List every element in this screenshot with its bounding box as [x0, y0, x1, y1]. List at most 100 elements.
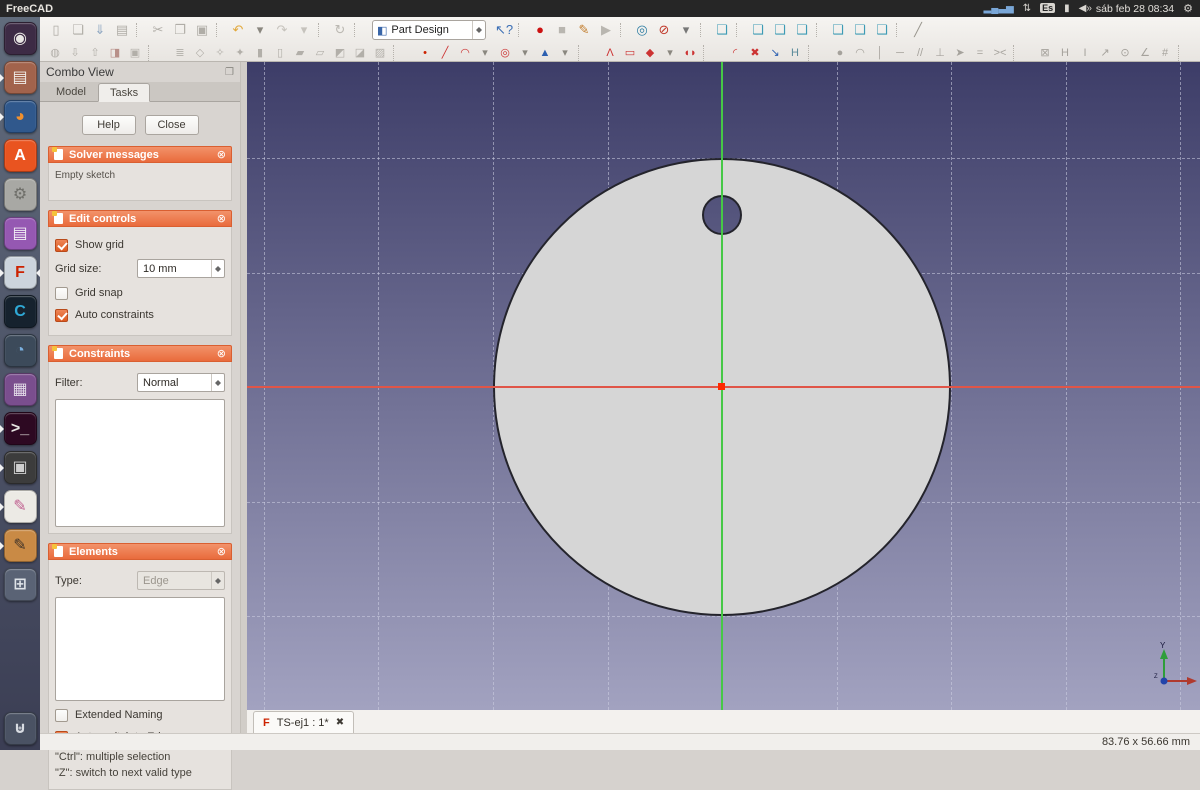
grid-snap-row[interactable]: Grid snap: [55, 285, 225, 301]
media-app-button[interactable]: ▦: [0, 370, 40, 409]
show-grid-checkbox[interactable]: [55, 239, 68, 252]
undo-icon[interactable]: ↶: [227, 20, 249, 40]
constraint-vdistance-icon[interactable]: I: [1075, 45, 1095, 61]
constraint-parallel-icon[interactable]: //: [910, 45, 930, 61]
text-editor-app-button[interactable]: ✎: [0, 487, 40, 526]
circle-dropdown-icon[interactable]: ▾: [515, 45, 535, 61]
conic-dropdown-icon[interactable]: ▾: [555, 45, 575, 61]
constraint-hdistance-icon[interactable]: H: [1055, 45, 1075, 61]
new-file-icon[interactable]: ▯: [45, 20, 67, 40]
files-app-button[interactable]: ▤: [0, 58, 40, 97]
constraint-tangent-icon[interactable]: ➤: [950, 45, 970, 61]
view-bottom-icon[interactable]: ❑: [849, 20, 871, 40]
constraint-perpendicular-icon[interactable]: ⊥: [930, 45, 950, 61]
network-updown-icon[interactable]: ⇅: [1023, 0, 1031, 17]
revolution-icon[interactable]: ▰: [290, 45, 310, 61]
arc-dropdown-icon[interactable]: ▾: [475, 45, 495, 61]
constraint-horizontal-icon[interactable]: ─: [890, 45, 910, 61]
additive-loft-icon[interactable]: ◩: [330, 45, 350, 61]
datum-point-icon[interactable]: ✧: [210, 45, 230, 61]
battery-icon[interactable]: ▮: [1064, 0, 1070, 17]
constraint-angle-icon[interactable]: ∠: [1135, 45, 1155, 61]
workbench-selector[interactable]: ◧ Part Design: [372, 20, 486, 40]
collapse-section-icon[interactable]: ⊗: [217, 148, 226, 161]
constraint-vertical-icon[interactable]: │: [870, 45, 890, 61]
auto-constraints-checkbox[interactable]: [55, 309, 68, 322]
c-ide-app-button[interactable]: C: [0, 292, 40, 331]
pad-icon[interactable]: ▮: [250, 45, 270, 61]
extended-naming-checkbox[interactable]: [55, 709, 68, 722]
software-center-button[interactable]: A: [0, 136, 40, 175]
extended-naming-row[interactable]: Extended Naming: [55, 707, 225, 723]
collapse-section-icon[interactable]: ⊗: [217, 212, 226, 225]
terminal-app-button[interactable]: >_: [0, 409, 40, 448]
macro-stop-icon[interactable]: ■: [551, 20, 573, 40]
sketch-circle-icon[interactable]: ◎: [495, 45, 515, 61]
document-tab[interactable]: F TS-ej1 : 1* ✖: [253, 711, 354, 733]
constraint-refraction-icon[interactable]: #: [1155, 45, 1175, 61]
system-settings-button[interactable]: ⚙: [0, 175, 40, 214]
spinbox-arrows[interactable]: [211, 260, 224, 277]
sketch-slot-icon[interactable]: ◖◗: [680, 45, 700, 61]
view-isometric-icon[interactable]: ❑: [711, 20, 733, 40]
measure-icon[interactable]: ╱: [907, 20, 929, 40]
refresh-icon[interactable]: ↻: [329, 20, 351, 40]
sketch-trim-icon[interactable]: ✖: [745, 45, 765, 61]
view-left-icon[interactable]: ❑: [871, 20, 893, 40]
construction-mode-icon[interactable]: H: [785, 45, 805, 61]
open-file-icon[interactable]: ❏: [67, 20, 89, 40]
vault-app-button[interactable]: ▣: [0, 448, 40, 487]
sketch-conic-icon[interactable]: ▲: [535, 45, 555, 61]
trash-button[interactable]: ⊎: [0, 709, 40, 748]
sketch-polygon-icon[interactable]: ◆: [640, 45, 660, 61]
fit-all-icon[interactable]: ◎: [631, 20, 653, 40]
macro-edit-icon[interactable]: ✎: [573, 20, 595, 40]
paste-icon[interactable]: ▣: [191, 20, 213, 40]
freecad-app-button[interactable]: F: [0, 253, 40, 292]
constraint-distance-icon[interactable]: ↗: [1095, 45, 1115, 61]
grid-snap-checkbox[interactable]: [55, 287, 68, 300]
origin-point[interactable]: [718, 383, 725, 390]
volume-icon[interactable]: ◀»: [1079, 0, 1092, 17]
show-grid-row[interactable]: Show grid: [55, 237, 225, 253]
keyboard-layout-badge[interactable]: Es: [1040, 0, 1055, 17]
collapse-section-icon[interactable]: ⊗: [217, 347, 226, 360]
constraint-point-on-object-icon[interactable]: ◠: [850, 45, 870, 61]
undo-dropdown-icon[interactable]: ▾: [249, 20, 271, 40]
draw-style-icon[interactable]: ⊘: [653, 20, 675, 40]
filter-dropdown[interactable]: Normal: [137, 373, 225, 392]
dropdown-arrows[interactable]: [211, 572, 224, 589]
3d-viewport[interactable]: Y X Z: [247, 62, 1200, 710]
print-icon[interactable]: ▤: [111, 20, 133, 40]
datum-plane-icon[interactable]: ≣: [170, 45, 190, 61]
shapebinder-icon[interactable]: ✦: [230, 45, 250, 61]
firefox-app-button[interactable]: ◕: [0, 97, 40, 136]
whats-this-icon[interactable]: ↖?: [493, 20, 515, 40]
redo-icon[interactable]: ↷: [271, 20, 293, 40]
elements-list[interactable]: [55, 597, 225, 701]
sketch-point-icon[interactable]: •: [415, 45, 435, 61]
clipping-box-icon[interactable]: ▣: [125, 45, 145, 61]
tab-tasks[interactable]: Tasks: [98, 83, 150, 102]
redo-dropdown-icon[interactable]: ▾: [293, 20, 315, 40]
save-icon[interactable]: ⇓: [89, 20, 111, 40]
external-geometry-icon[interactable]: ↘: [765, 45, 785, 61]
macro-record-icon[interactable]: ●: [529, 20, 551, 40]
workbench-spinner[interactable]: [472, 21, 485, 39]
type-dropdown[interactable]: Edge: [137, 571, 225, 590]
refresh-shape-icon[interactable]: ◍: [45, 45, 65, 61]
sketch-polyline-icon[interactable]: Λ: [600, 45, 620, 61]
pocket-icon[interactable]: ▯: [270, 45, 290, 61]
constraint-equal-icon[interactable]: =: [970, 45, 990, 61]
boolean-icon[interactable]: ▨: [370, 45, 390, 61]
session-gear-icon[interactable]: ⚙: [1183, 2, 1193, 15]
draw-style-dropdown-icon[interactable]: ▾: [675, 20, 697, 40]
collapse-section-icon[interactable]: ⊗: [217, 545, 226, 558]
constraint-coincident-icon[interactable]: ●: [830, 45, 850, 61]
view-rear-icon[interactable]: ❑: [827, 20, 849, 40]
groove-icon[interactable]: ▱: [310, 45, 330, 61]
view-top-icon[interactable]: ❑: [769, 20, 791, 40]
load-indicator-icon[interactable]: ▂▄▃▅: [984, 0, 1014, 17]
float-panel-icon[interactable]: ❐: [225, 67, 234, 78]
close-button[interactable]: Close: [145, 115, 199, 135]
